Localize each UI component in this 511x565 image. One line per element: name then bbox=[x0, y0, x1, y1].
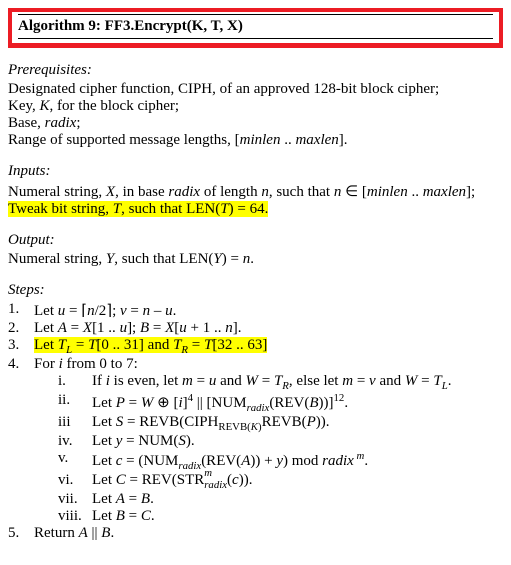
step-row: 4. For i from 0 to 7: bbox=[8, 356, 503, 373]
substep-body: If i is even, let m = u and W = TR, else… bbox=[92, 373, 503, 392]
steps-block: 1. Let u = ⌈n/2⌉; v = n – u. 2. Let A = … bbox=[8, 301, 503, 542]
substep-row: vii. Let A = B. bbox=[58, 491, 503, 508]
substep-row: v. Let c = (NUMradix(REV(A)) + y) mod ra… bbox=[58, 450, 503, 472]
substep-body: Let S = REVB(CIPHREVB(K)REVB(P)). bbox=[92, 414, 503, 433]
step-number: 4. bbox=[8, 356, 34, 373]
substep-row: iv. Let y = NUM(S). bbox=[58, 433, 503, 450]
substep-row: vi. Let C = REV(STRmradix(c)). bbox=[58, 472, 503, 491]
substep-number: iv. bbox=[58, 433, 92, 450]
step-body: Let u = ⌈n/2⌉; v = n – u. bbox=[34, 301, 503, 320]
inputs-heading: Inputs: bbox=[8, 163, 503, 180]
substep-body: Let A = B. bbox=[92, 491, 503, 508]
substep-body: Let C = REV(STRmradix(c)). bbox=[92, 472, 503, 491]
step-number: 2. bbox=[8, 320, 34, 337]
substep-row: i. If i is even, let m = u and W = TR, e… bbox=[58, 373, 503, 392]
substep-body: Let B = C. bbox=[92, 508, 503, 525]
step-body: For i from 0 to 7: bbox=[34, 356, 503, 373]
substep-number: viii. bbox=[58, 508, 92, 525]
step-body: Return A || B. bbox=[34, 525, 503, 542]
prereq-line: Designated cipher function, CIPH, of an … bbox=[8, 81, 503, 98]
output-heading: Output: bbox=[8, 232, 503, 249]
output-block: Numeral string, Y, such that LEN(Y) = n. bbox=[8, 251, 503, 268]
step-row: 3. Let TL = T[0 .. 31] and TR = T[32 .. … bbox=[8, 337, 503, 356]
prerequisites-heading: Prerequisites: bbox=[8, 62, 503, 79]
substep-body: Let c = (NUMradix(REV(A)) + y) mod radix… bbox=[92, 450, 503, 472]
substep-row: viii. Let B = C. bbox=[58, 508, 503, 525]
input-line: Numeral string, X, in base radix of leng… bbox=[8, 182, 503, 201]
output-line: Numeral string, Y, such that LEN(Y) = n. bbox=[8, 251, 503, 268]
substep-row: iii Let S = REVB(CIPHREVB(K)REVB(P)). bbox=[58, 414, 503, 433]
step-row: 1. Let u = ⌈n/2⌉; v = n – u. bbox=[8, 301, 503, 320]
step-row: 5. Return A || B. bbox=[8, 525, 503, 542]
substep-body: Let y = NUM(S). bbox=[92, 433, 503, 450]
substep-body: Let P = W ⊕ [i]4 || [NUMradix(REV(B))]12… bbox=[92, 392, 503, 414]
substep-number: vii. bbox=[58, 491, 92, 508]
step-number: 1. bbox=[8, 301, 34, 320]
substep-number: i. bbox=[58, 373, 92, 392]
step-number: 5. bbox=[8, 525, 34, 542]
steps-heading: Steps: bbox=[8, 282, 503, 299]
prereq-line: Base, radix; bbox=[8, 115, 503, 132]
step-body: Let A = X[1 .. u]; B = X[u + 1 .. n]. bbox=[34, 320, 503, 337]
step-body: Let TL = T[0 .. 31] and TR = T[32 .. 63] bbox=[34, 337, 503, 356]
inputs-block: Numeral string, X, in base radix of leng… bbox=[8, 182, 503, 218]
step-row: 2. Let A = X[1 .. u]; B = X[u + 1 .. n]. bbox=[8, 320, 503, 337]
substeps-block: i. If i is even, let m = u and W = TR, e… bbox=[8, 373, 503, 525]
prerequisites-block: Designated cipher function, CIPH, of an … bbox=[8, 81, 503, 149]
algorithm-title: Algorithm 9: FF3.Encrypt(K, T, X) bbox=[18, 14, 493, 39]
title-highlight-box: Algorithm 9: FF3.Encrypt(K, T, X) bbox=[8, 8, 503, 48]
prereq-line: Key, K, for the block cipher; bbox=[8, 98, 503, 115]
substep-number: iii bbox=[58, 414, 92, 433]
prereq-line: Range of supported message lengths, [min… bbox=[8, 132, 503, 149]
substep-number: v. bbox=[58, 450, 92, 472]
input-line-highlighted: Tweak bit string, T, such that LEN(T) = … bbox=[8, 201, 503, 218]
step-number: 3. bbox=[8, 337, 34, 356]
substep-number: vi. bbox=[58, 472, 92, 491]
substep-number: ii. bbox=[58, 392, 92, 414]
substep-row: ii. Let P = W ⊕ [i]4 || [NUMradix(REV(B)… bbox=[58, 392, 503, 414]
